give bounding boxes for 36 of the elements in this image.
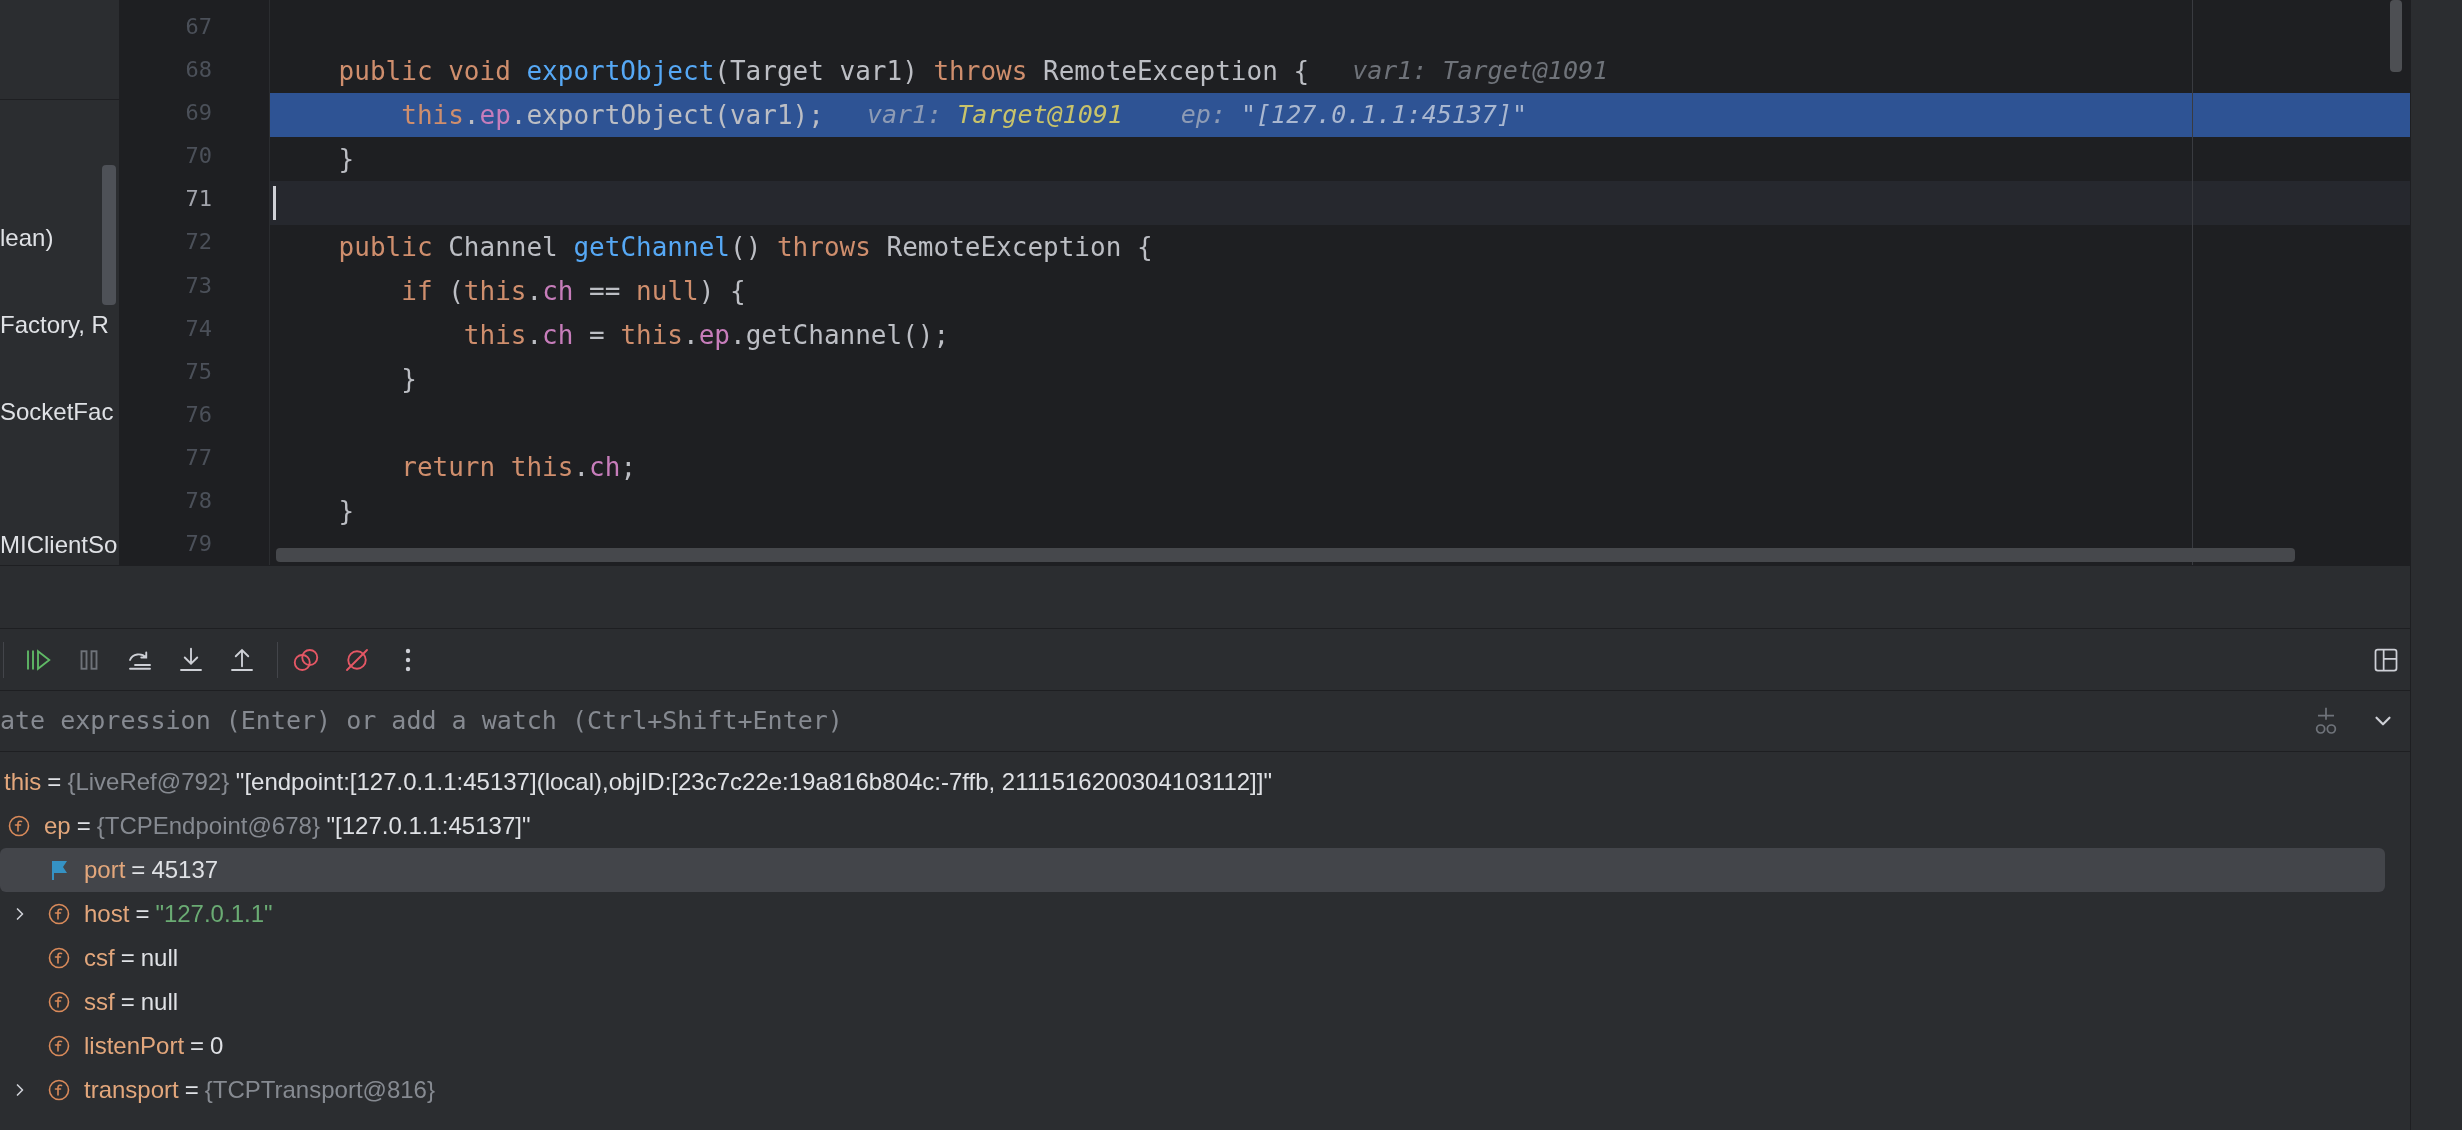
field-icon	[48, 1079, 70, 1101]
tree-item-label[interactable]: lean)	[0, 224, 119, 252]
variable-row[interactable]: ssf = null	[0, 980, 2385, 1024]
inline-value-hint: var1: Target@1091	[1352, 55, 1609, 88]
variable-row[interactable]: ep = {TCPEndpoint@678} "[127.0.1.1:45137]"	[0, 804, 2385, 848]
code-line: public Channel getChannel() throws RemoteException {	[337, 230, 1153, 264]
variable-row[interactable]: port = 45137	[0, 848, 2385, 892]
field-icon	[48, 1035, 70, 1057]
line-number: 71	[185, 185, 212, 214]
code-line: return this.ch;	[400, 450, 637, 484]
field-icon	[48, 947, 70, 969]
variable-row[interactable]: csf = null	[0, 936, 2385, 980]
variable-row[interactable]: listenPort = 0	[0, 1024, 2385, 1068]
horizontal-scrollbar-thumb[interactable]	[276, 548, 2295, 562]
code-line: }	[337, 142, 355, 176]
scrollbar-thumb[interactable]	[102, 165, 116, 305]
vertical-scrollbar-thumb[interactable]	[2390, 0, 2402, 72]
code-line: }	[400, 362, 417, 396]
inline-value-hint: ep: "[127.0.1.1:45137]"	[1180, 99, 1527, 132]
tree-item-label[interactable]: Factory, R	[0, 311, 119, 339]
code-line: if (this.ch == null) {	[400, 274, 746, 308]
variable-row[interactable]: host = "127.0.1.1"	[0, 892, 2385, 936]
code-line: this.ch = this.ep.getChannel();	[462, 318, 950, 352]
variable-row[interactable]: this = {LiveRef@792} "[endpoint:[127.0.1.1:45137](local),objID:[23c7c22e:19a816b804c:-7ffb, 2111516200304103112]]"	[0, 760, 2385, 804]
tree-item-label[interactable]: SocketFac	[0, 398, 119, 426]
code-line: public void exportObject(Target var1) throws RemoteException {	[337, 54, 1310, 88]
code-line: }	[337, 494, 355, 528]
more-icon	[405, 647, 411, 672]
field-icon	[8, 815, 30, 837]
tree-item-label[interactable]: MIClientSo	[0, 531, 119, 559]
evaluate-expression-field[interactable]: ate expression (Enter) or add a watch (Ctrl+Shift+Enter)	[0, 702, 2310, 740]
inline-value-hint: var1: Target@1091	[866, 99, 1123, 132]
field-icon	[48, 903, 70, 925]
field-icon	[48, 991, 70, 1013]
code-line: this.ep.exportObject(var1);	[400, 98, 824, 132]
variable-row[interactable]: transport = {TCPTransport@816}	[0, 1068, 2385, 1112]
